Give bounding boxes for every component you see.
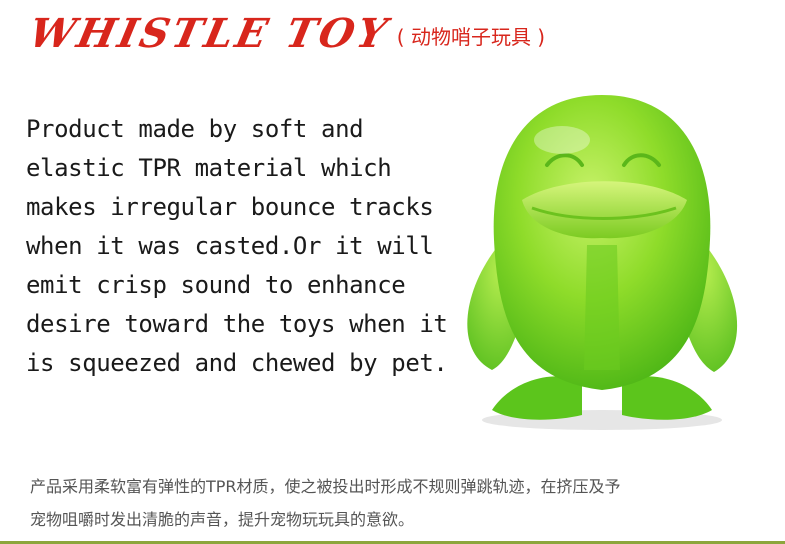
product-page: WHISTLE TOY ( 动物哨子玩具 ) Product made by s…: [0, 0, 785, 544]
product-title-chinese: ( 动物哨子玩具 ): [396, 24, 546, 49]
chinese-description: 产品采用柔软富有弹性的TPR材质，使之被投出时形成不规则弹跳轨迹，在挤压及予 宠…: [30, 477, 621, 529]
title-row: WHISTLE TOY ( 动物哨子玩具 ): [25, 8, 546, 58]
green-whistle-toy-image: [467, 95, 738, 430]
english-description: Product made by soft and elastic TPR mat…: [26, 115, 448, 377]
product-title: WHISTLE TOY: [25, 9, 394, 57]
